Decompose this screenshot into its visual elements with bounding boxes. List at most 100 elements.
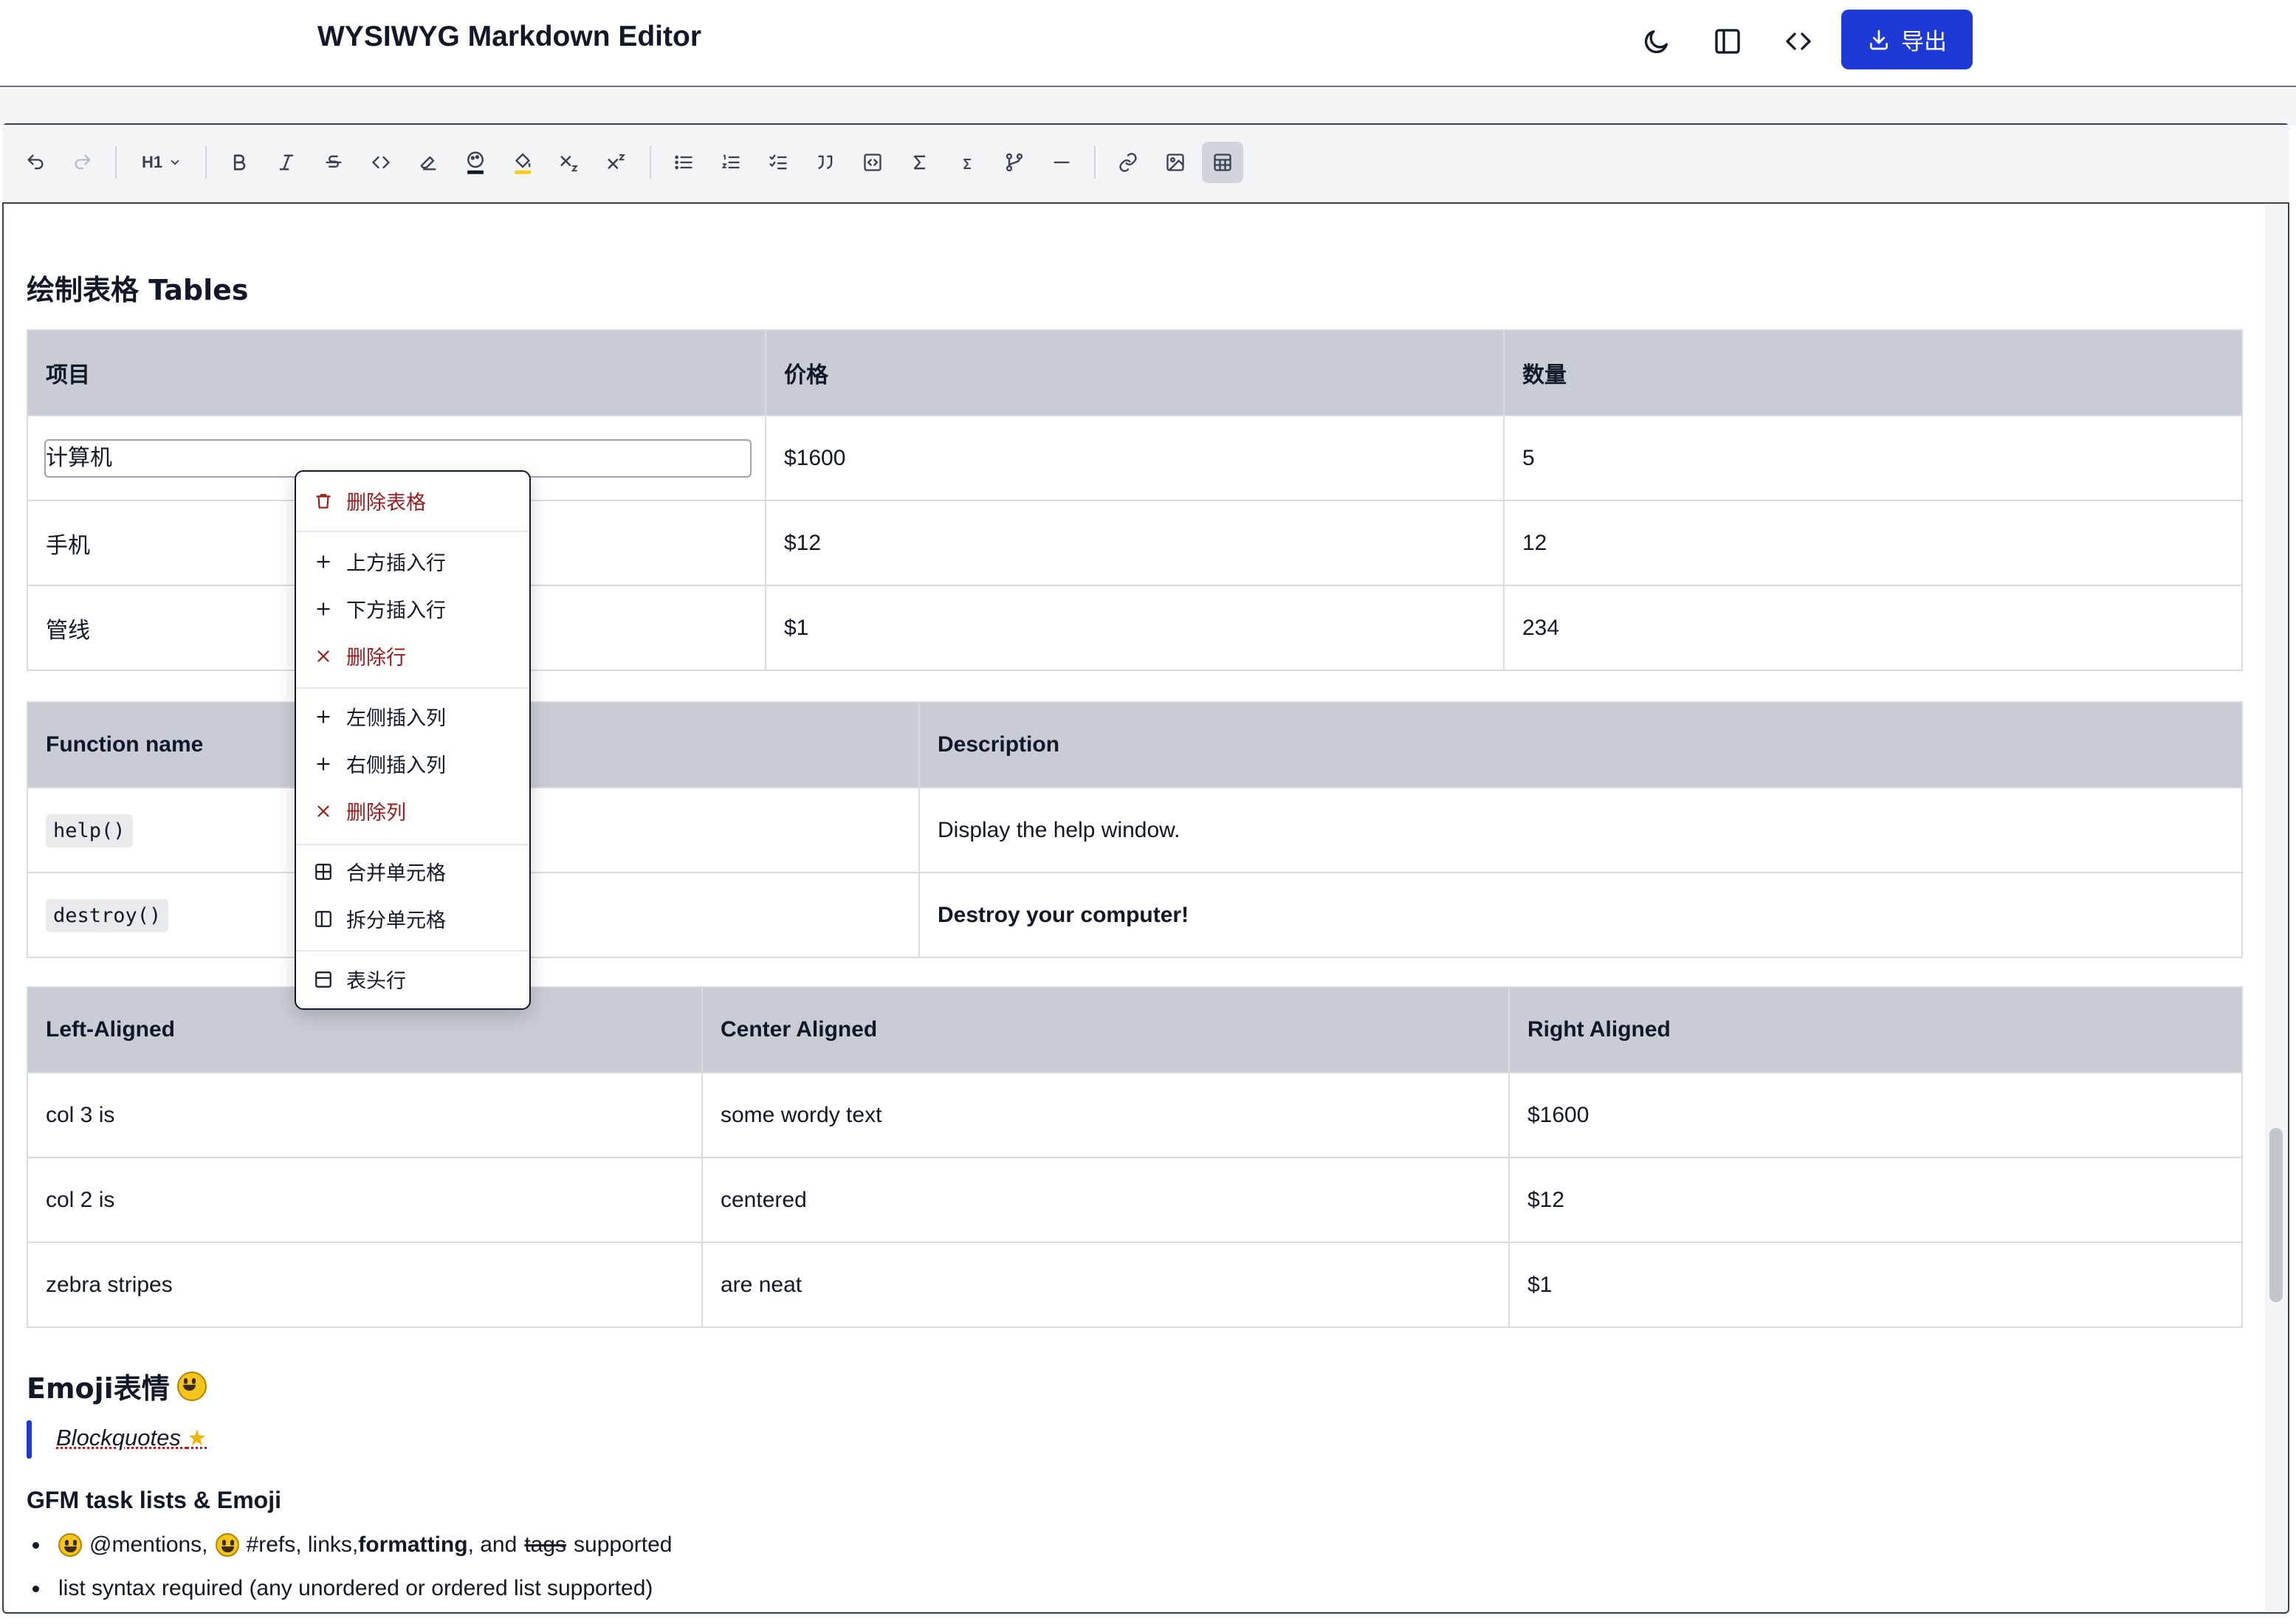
smiley-icon xyxy=(176,1371,207,1401)
table-row: col 2 is centered $12 xyxy=(27,1157,2243,1243)
eraser-icon[interactable] xyxy=(408,142,449,183)
horizontal-rule-icon[interactable] xyxy=(1041,142,1082,183)
menu-item-label: 删除行 xyxy=(346,647,406,670)
menu-item-delete-col[interactable]: 删除列 xyxy=(314,796,406,825)
scrollbar-thumb[interactable] xyxy=(2269,1128,2283,1302)
table-header-cell[interactable]: Description xyxy=(918,701,2243,788)
menu-item-delete-row[interactable]: 删除行 xyxy=(314,641,406,670)
table-header-row: 项目 价格 数量 xyxy=(27,329,2243,416)
menu-item-header-row[interactable]: 表头行 xyxy=(314,965,406,994)
table-header-cell[interactable]: 数量 xyxy=(1503,329,2243,416)
plus-icon xyxy=(317,709,330,723)
merge-cells-icon xyxy=(315,863,331,880)
inline-math-icon[interactable] xyxy=(946,142,988,183)
menu-item-delete-table[interactable]: 删除表格 xyxy=(314,486,426,515)
menu-item-insert-row-below[interactable]: 下方插入行 xyxy=(314,594,446,623)
bold-icon[interactable] xyxy=(219,142,260,183)
table-header-cell[interactable]: 项目 xyxy=(27,329,766,416)
table-cell[interactable]: some wordy text xyxy=(701,1072,1510,1158)
table-cell[interactable]: $12 xyxy=(765,500,1505,586)
menu-divider xyxy=(296,950,529,952)
inline-code: destroy() xyxy=(46,898,169,932)
highlight-icon[interactable] xyxy=(502,142,543,183)
inline-code-icon[interactable] xyxy=(360,142,402,183)
toolbar-divider xyxy=(205,146,207,179)
split-cells-icon xyxy=(315,910,331,927)
table-row: zebra stripes are neat $1 xyxy=(27,1242,2243,1328)
italic-icon[interactable] xyxy=(266,142,307,183)
mentions-text: @mentions, xyxy=(89,1532,208,1557)
blockquote-text: Blockquotes xyxy=(56,1425,181,1451)
table-cell[interactable]: 234 xyxy=(1503,585,2243,671)
bullet-list-icon[interactable] xyxy=(663,142,704,183)
list-item: @mentions, #refs, links, formatting, and… xyxy=(32,1532,672,1558)
blockquote: Blockquotes ★ xyxy=(56,1425,207,1451)
plus-icon xyxy=(317,757,330,771)
superscript-icon[interactable] xyxy=(597,142,638,183)
sidebar-icon[interactable] xyxy=(1701,15,1754,68)
chevron-down-icon xyxy=(171,159,179,165)
close-icon xyxy=(317,805,329,817)
toolbar-divider xyxy=(1094,146,1096,179)
header-row-icon xyxy=(315,971,331,988)
table-cell[interactable]: Display the help window. xyxy=(918,787,2243,873)
table-cell[interactable]: zebra stripes xyxy=(27,1242,703,1328)
star-icon: ★ xyxy=(187,1426,207,1451)
moon-icon[interactable] xyxy=(1630,15,1683,68)
table-row: col 3 is some wordy text $1600 xyxy=(27,1072,2243,1158)
menu-item-insert-col-left[interactable]: 左侧插入列 xyxy=(314,702,446,731)
code-block-icon[interactable] xyxy=(852,142,893,183)
redo-icon[interactable] xyxy=(62,142,103,183)
table-cell[interactable]: $1600 xyxy=(765,415,1505,501)
menu-item-split-cells[interactable]: 拆分单元格 xyxy=(314,904,446,933)
table-cell[interactable]: Destroy your computer! xyxy=(918,872,2243,958)
undo-icon[interactable] xyxy=(15,142,56,183)
trash-icon xyxy=(316,493,331,509)
table-cell[interactable]: $1600 xyxy=(1508,1072,2243,1158)
menu-item-merge-cells[interactable]: 合并单元格 xyxy=(314,857,446,886)
heading-dropdown[interactable]: H1 xyxy=(130,142,193,183)
table-cell[interactable]: col 2 is xyxy=(27,1157,703,1243)
ordered-list-icon[interactable] xyxy=(710,142,752,183)
table-cell[interactable]: 5 xyxy=(1503,415,2243,501)
text-color-icon[interactable] xyxy=(455,142,496,183)
link-icon[interactable] xyxy=(1107,142,1149,183)
menu-item-label: 左侧插入列 xyxy=(346,707,446,730)
smiley-icon xyxy=(215,1533,239,1557)
table-cell[interactable]: centered xyxy=(701,1157,1510,1243)
image-icon[interactable] xyxy=(1155,142,1196,183)
table-alignment: Left-Aligned Center Aligned Right Aligne… xyxy=(27,986,2243,1328)
toolbar-divider xyxy=(115,146,117,179)
table-icon[interactable] xyxy=(1202,142,1243,183)
table-cell[interactable]: $1 xyxy=(765,585,1505,671)
scrollbar-track[interactable] xyxy=(2265,205,2287,1611)
menu-divider xyxy=(296,687,529,689)
table-cell[interactable]: col 3 is xyxy=(27,1072,703,1158)
and-text: , and xyxy=(467,1532,518,1557)
table-cell[interactable]: $1 xyxy=(1508,1242,2243,1328)
menu-item-label: 表头行 xyxy=(346,970,406,993)
diagram-icon[interactable] xyxy=(994,142,1035,183)
smiley-icon xyxy=(58,1533,82,1557)
code-icon[interactable] xyxy=(1772,15,1825,68)
table-header-cell[interactable]: Center Aligned xyxy=(701,986,1510,1073)
menu-item-insert-row-above[interactable]: 上方插入行 xyxy=(314,547,446,576)
menu-item-insert-col-right[interactable]: 右侧插入列 xyxy=(314,749,446,778)
table-header-cell[interactable]: 价格 xyxy=(765,329,1505,416)
blockquote-icon[interactable] xyxy=(805,142,846,183)
task-list-icon[interactable] xyxy=(757,142,799,183)
table-header-cell[interactable]: Right Aligned xyxy=(1508,986,2243,1073)
table-cell[interactable]: 12 xyxy=(1503,500,2243,586)
menu-item-label: 删除列 xyxy=(346,802,406,825)
emoji-heading-text: Emoji表情 xyxy=(27,1372,170,1405)
table-cell[interactable]: $12 xyxy=(1508,1157,2243,1243)
export-button[interactable]: 导出 xyxy=(1841,10,1973,69)
math-block-icon[interactable] xyxy=(899,142,941,183)
menu-item-label: 下方插入行 xyxy=(346,599,446,622)
strikethrough-text: tags xyxy=(524,1532,567,1557)
table-cell[interactable]: are neat xyxy=(701,1242,1510,1328)
subscript-icon[interactable] xyxy=(549,142,591,183)
table-context-menu: 删除表格 上方插入行 下方插入行 删除行 左侧插入列 右侧插入列 删除列 合并单… xyxy=(295,470,531,1010)
strikethrough-icon[interactable] xyxy=(313,142,354,183)
gfm-heading: GFM task lists & Emoji xyxy=(27,1487,281,1513)
